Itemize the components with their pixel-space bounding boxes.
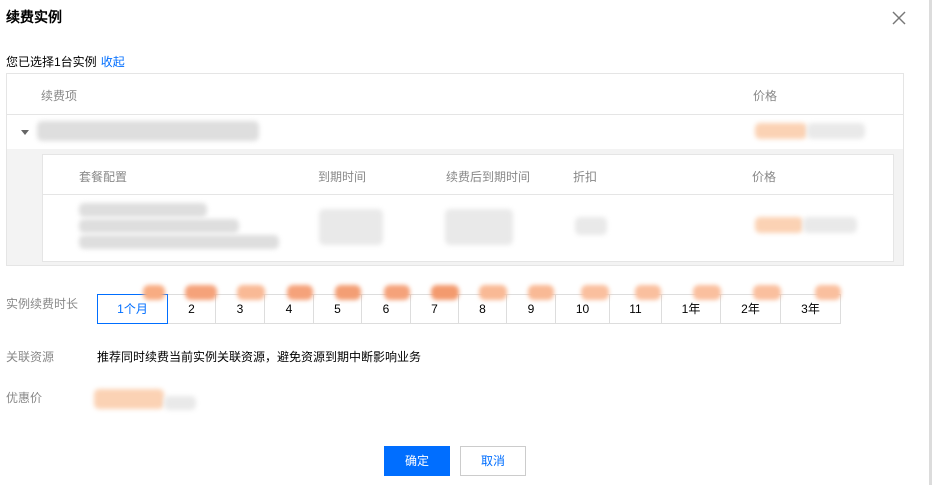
redacted-expiry-time (319, 209, 383, 245)
redacted-promo-tag (815, 285, 841, 300)
package-detail-table: 套餐配置 到期时间 续费后到期时间 折扣 价格 (42, 154, 894, 262)
redacted-promo-tag (431, 285, 459, 300)
selection-summary: 您已选择1台实例 收起 (6, 53, 125, 70)
inner-table-header: 套餐配置 到期时间 续费后到期时间 折扣 价格 (43, 155, 893, 195)
redacted-price (755, 217, 803, 233)
redacted-promo-tag (335, 285, 361, 300)
close-icon[interactable] (890, 9, 908, 27)
column-header-renewal-item: 续费项 (41, 89, 78, 103)
redacted-promo-tag (237, 285, 265, 300)
redacted-promo-tag (479, 285, 507, 300)
outer-table-header: 续费项 价格 (7, 74, 903, 115)
redacted-promo-tag (753, 285, 781, 300)
redacted-config-line (79, 203, 207, 217)
redacted-promo-tag (635, 285, 661, 300)
cancel-button[interactable]: 取消 (460, 446, 526, 476)
column-header-price: 价格 (752, 170, 777, 184)
redacted-promo-tag (581, 285, 609, 300)
redacted-promo-tag (143, 285, 165, 300)
selected-count-text: 您已选择1台实例 (6, 55, 97, 69)
discount-price-label: 优惠价 (6, 391, 43, 405)
redacted-promo-tag (693, 285, 721, 300)
instance-row[interactable] (7, 115, 903, 149)
renewal-items-table: 续费项 价格 套餐配置 到期时间 续费后到期时间 折扣 价格 (6, 73, 904, 266)
expand-caret-icon[interactable] (21, 130, 29, 135)
redacted-promo-tag (185, 285, 217, 300)
redacted-promo-tag (528, 285, 554, 300)
renewal-duration-label: 实例续费时长 (6, 297, 79, 311)
column-header-expiry-time: 到期时间 (318, 170, 367, 184)
dialog-title: 续费实例 (6, 9, 62, 25)
collapse-link[interactable]: 收起 (101, 55, 125, 69)
related-resources-text: 推荐同时续费当前实例关联资源，避免资源到期中断影响业务 (97, 350, 422, 364)
column-header-expiry-after-renewal: 续费后到期时间 (446, 170, 531, 184)
redacted-config-line (79, 219, 239, 233)
related-resources-label: 关联资源 (6, 350, 55, 364)
redacted-discount (575, 217, 607, 235)
redacted-config-line (79, 235, 279, 249)
redacted-promo-tag (287, 285, 313, 300)
redacted-original-price (803, 217, 857, 233)
redacted-instance-name (37, 121, 259, 141)
redacted-original-price (807, 123, 865, 139)
redacted-discount-price (94, 389, 164, 409)
column-header-price: 价格 (753, 89, 778, 103)
redacted-original-total (164, 396, 196, 410)
redacted-promo-tag (384, 285, 410, 300)
column-header-package-config: 套餐配置 (79, 170, 128, 184)
redacted-price (755, 123, 807, 139)
confirm-button[interactable]: 确定 (384, 446, 450, 476)
column-header-discount: 折扣 (573, 170, 598, 184)
redacted-new-expiry-time (445, 209, 513, 245)
